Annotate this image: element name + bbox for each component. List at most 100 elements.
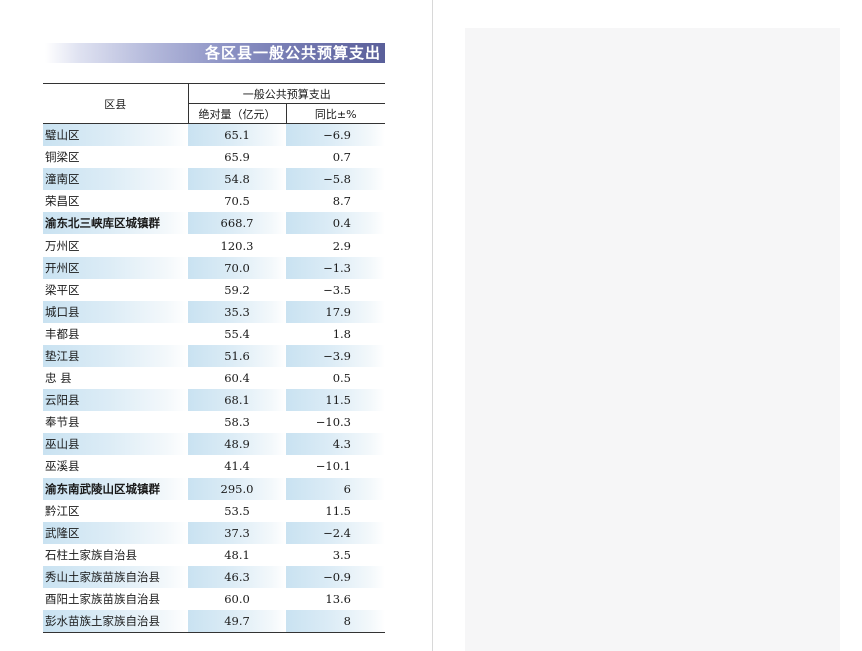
expenditure-group-header: 一般公共预算支出 [187, 83, 385, 104]
pct-cell: 0.5 [332, 371, 351, 386]
pct-cell: −1.3 [286, 256, 385, 279]
pct-cell: 1.8 [332, 326, 351, 341]
region-name-cell: 垫江县 [43, 344, 188, 368]
table-row: 荣昌区 70.5 8.7 [43, 190, 385, 212]
amount-cell: 41.4 [224, 459, 250, 474]
amount-cell: 668.7 [188, 212, 286, 235]
banner-title: 各区县一般公共预算支出 [204, 44, 381, 62]
table-body: 璧山区 65.1 −6.9 铜梁区 65.9 0.7 潼南区 54.8 −5.8 荣昌区 70.5 8… [43, 123, 385, 634]
region-name-cell: 石柱土家族自治县 [45, 547, 137, 562]
pct-cell: −3.5 [323, 282, 351, 297]
table-row: 巫山县 48.9 4.3 [43, 433, 385, 456]
region-name-cell: 武隆区 [43, 521, 188, 544]
table-row: 秀山土家族苗族自治县 46.3 −0.9 [43, 565, 385, 588]
budget-table: 区县 一般公共预算支出 绝对量（亿元） 同比±% 璧山区 65.1 −6.9 铜梁区 6… [43, 83, 385, 634]
amount-cell: 120.3 [220, 238, 254, 253]
amount-cell: 70.0 [188, 256, 286, 279]
amount-cell: 46.3 [188, 565, 286, 588]
table-row: 万州区 120.3 2.9 [43, 234, 385, 256]
section-banner: 各区县一般公共预算支出 [45, 43, 385, 63]
region-column-header: 区县 [43, 83, 188, 124]
pct-cell: −6.9 [286, 123, 385, 147]
region-name-cell: 奉节县 [45, 415, 80, 430]
table-row: 梁平区 59.2 −3.5 [43, 279, 385, 301]
pct-cell: 13.6 [325, 592, 351, 607]
pct-cell: −2.4 [286, 521, 385, 544]
table-row: 武隆区 37.3 −2.4 [43, 521, 385, 544]
table-row: 铜梁区 65.9 0.7 [43, 146, 385, 168]
table-row: 云阳县 68.1 11.5 [43, 389, 385, 412]
amount-column-header: 绝对量（亿元） [187, 103, 286, 124]
region-name-cell: 渝东南武陵山区城镇群 [43, 477, 188, 500]
amount-cell: 48.9 [188, 433, 286, 456]
region-name-cell: 梁平区 [45, 282, 80, 297]
amount-cell: 55.4 [224, 326, 250, 341]
pct-cell: −0.9 [286, 565, 385, 588]
left-page: 各区县一般公共预算支出 区县 一般公共预算支出 绝对量（亿元） 同比±% 璧山区… [0, 0, 432, 651]
table-row: 城口县 35.3 17.9 [43, 300, 385, 323]
table-row: 石柱土家族自治县 48.1 3.5 [43, 544, 385, 566]
pct-cell: 0.7 [332, 150, 351, 165]
pct-cell: −10.3 [315, 415, 351, 430]
pct-cell: 8.7 [332, 194, 351, 209]
amount-cell: 49.7 [188, 610, 286, 634]
table-row: 忠 县 60.4 0.5 [43, 367, 385, 389]
pct-cell: 0.4 [286, 212, 385, 235]
region-name-cell: 云阳县 [43, 389, 188, 412]
pct-cell: 3.5 [332, 547, 351, 562]
table-row: 酉阳土家族苗族自治县 60.0 13.6 [43, 588, 385, 610]
region-name-cell: 忠 县 [45, 371, 72, 386]
region-name-cell: 黔江区 [45, 503, 80, 518]
region-name-cell: 万州区 [45, 238, 80, 253]
table-row: 奉节县 58.3 −10.3 [43, 411, 385, 433]
pct-cell: 11.5 [286, 389, 385, 412]
region-name-cell: 丰都县 [45, 326, 80, 341]
table-row: 渝东北三峡库区城镇群 668.7 0.4 [43, 212, 385, 235]
table-row: 渝东南武陵山区城镇群 295.0 6 [43, 477, 385, 500]
amount-cell: 65.1 [188, 123, 286, 147]
region-name-cell: 彭水苗族土家族自治县 [43, 610, 188, 634]
table-row: 黔江区 53.5 11.5 [43, 500, 385, 522]
amount-cell: 54.8 [188, 168, 286, 191]
table-row: 开州区 70.0 −1.3 [43, 256, 385, 279]
amount-cell: 58.3 [224, 415, 250, 430]
pct-cell: −10.1 [315, 459, 351, 474]
region-name-cell: 酉阳土家族苗族自治县 [45, 592, 160, 607]
pct-cell: −3.9 [286, 344, 385, 368]
region-name-cell: 荣昌区 [45, 194, 80, 209]
region-name-cell: 渝东北三峡库区城镇群 [43, 212, 188, 235]
pct-cell: 6 [286, 477, 385, 500]
pct-cell: −5.8 [286, 168, 385, 191]
region-name-cell: 铜梁区 [45, 150, 80, 165]
pct-cell: 17.9 [286, 300, 385, 323]
pct-cell: 2.9 [332, 238, 351, 253]
amount-cell: 60.4 [224, 371, 250, 386]
amount-cell: 70.5 [224, 194, 250, 209]
table-row: 丰都县 55.4 1.8 [43, 323, 385, 345]
region-name-cell: 巫山县 [43, 433, 188, 456]
right-page [433, 0, 862, 651]
region-name-cell: 潼南区 [43, 168, 188, 191]
pct-cell: 11.5 [325, 503, 351, 518]
table-row: 璧山区 65.1 −6.9 [43, 123, 385, 147]
pct-cell: 4.3 [286, 433, 385, 456]
region-name-cell: 秀山土家族苗族自治县 [43, 565, 188, 588]
blank-panel [465, 28, 840, 651]
amount-cell: 65.9 [224, 150, 250, 165]
amount-cell: 53.5 [224, 503, 250, 518]
amount-cell: 60.0 [224, 592, 250, 607]
table-row: 垫江县 51.6 −3.9 [43, 344, 385, 368]
table-row: 彭水苗族土家族自治县 49.7 8 [43, 610, 385, 634]
pct-cell: 8 [286, 610, 385, 634]
table-row: 巫溪县 41.4 −10.1 [43, 455, 385, 477]
pct-column-header: 同比±% [285, 103, 385, 124]
region-name-cell: 城口县 [43, 300, 188, 323]
table-row: 潼南区 54.8 −5.8 [43, 168, 385, 191]
region-name-cell: 巫溪县 [45, 459, 80, 474]
amount-cell: 35.3 [188, 300, 286, 323]
region-name-cell: 璧山区 [43, 123, 188, 147]
amount-cell: 295.0 [188, 477, 286, 500]
amount-cell: 68.1 [188, 389, 286, 412]
amount-cell: 51.6 [188, 344, 286, 368]
amount-cell: 48.1 [224, 547, 250, 562]
